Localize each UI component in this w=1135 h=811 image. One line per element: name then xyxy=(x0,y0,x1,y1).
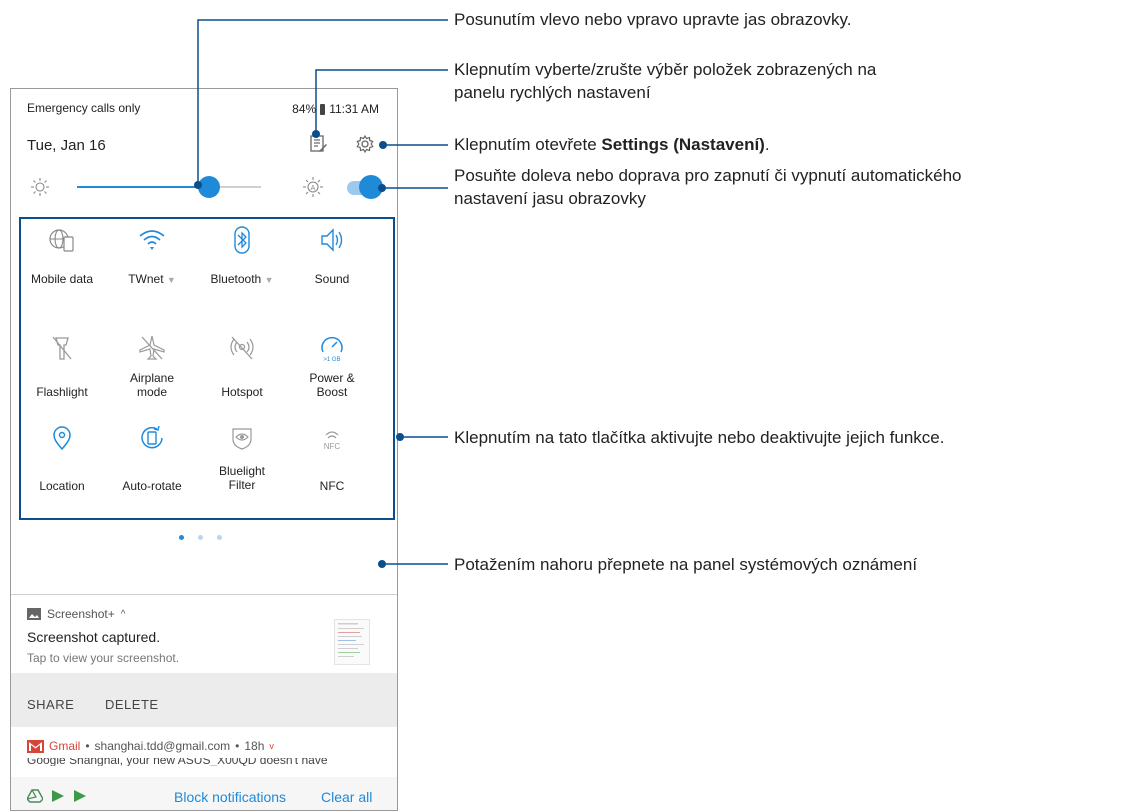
callout-settings-suffix: . xyxy=(764,135,770,154)
callout-edit: Klepnutím vyberte/zrušte výběr položek z… xyxy=(454,58,876,104)
callout-edit-line1: Klepnutím vyberte/zrušte výběr položek z… xyxy=(454,60,877,79)
callout-settings: Klepnutím otevřete Settings (Nastavení). xyxy=(454,133,770,156)
callout-swipe: Potažením nahoru přepnete na panel systé… xyxy=(454,555,918,574)
callout-auto-line1: Posuňte doleva nebo doprava pro zapnutí … xyxy=(454,166,962,185)
callout-tiles: Klepnutím na tato tlačítka aktivujte neb… xyxy=(454,428,945,447)
callout-auto-brightness: Posuňte doleva nebo doprava pro zapnutí … xyxy=(454,164,962,210)
callout-brightness: Posunutím vlevo nebo vpravo upravte jas … xyxy=(454,10,852,29)
callout-auto-line2: nastavení jasu obrazovky xyxy=(454,189,646,208)
callout-settings-bold: Settings (Nastavení) xyxy=(601,135,765,154)
callout-settings-prefix: Klepnutím otevřete xyxy=(454,135,602,154)
callout-lines xyxy=(194,19,448,568)
callout-edit-line2: panelu rychlých nastavení xyxy=(454,83,651,102)
